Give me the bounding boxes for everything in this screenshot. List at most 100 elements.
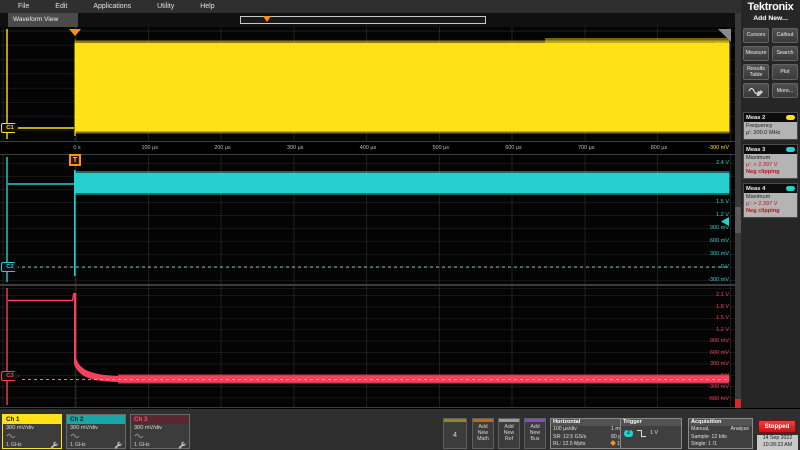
tab-waveform-view[interactable]: Waveform View [8, 13, 78, 27]
run-stop-button[interactable]: Stopped [758, 420, 796, 433]
axis-label: -300 mV [708, 277, 729, 284]
time-label: 700 µs [578, 145, 595, 151]
meas-row: µ': 200.0 MHz [746, 130, 795, 137]
meas-row: Maximum [746, 155, 795, 162]
trigger-time-marker[interactable]: T [69, 154, 81, 166]
tab-bar: Waveform View [0, 13, 735, 27]
sample-rate: SR: 12.5 GS/s [553, 434, 611, 442]
ch3-badge[interactable]: Ch 3 300 mV/div 1 GHz [130, 414, 190, 449]
menu-item-applications[interactable]: Applications [93, 3, 131, 10]
meas-badge-meas-2[interactable]: Meas 2Frequencyµ': 200.0 MHz [743, 112, 798, 140]
acq-single: Single: 1 /1 [691, 441, 752, 449]
ch3-bandwidth: 1 GHz [134, 442, 150, 448]
button-results-table[interactable]: Results Table [743, 64, 769, 80]
time-label: 300 µs [287, 145, 304, 151]
meas-title: Meas 4 [746, 186, 765, 192]
measurement-badges: Meas 2Frequencyµ': 200.0 MHz Meas 3 Maximu… [743, 112, 798, 222]
time-label: 200 µs [214, 145, 231, 151]
add-button-label: AddNewRef [499, 424, 519, 443]
meas-title: Meas 3 [746, 147, 765, 153]
add-button-label: AddNewBus [525, 424, 545, 443]
time-label: 0 s [73, 145, 80, 151]
trigger-title: Trigger [621, 419, 681, 426]
waveform-view[interactable]: 2.1 V 1.8 V 1.5 V 1.2 V 900 mV 600 mV 300 mV -3… [0, 27, 735, 408]
axis-label: 900 mV [710, 225, 729, 232]
ch1-scale: 300 mV/div [3, 424, 61, 432]
button-more[interactable]: More... [772, 83, 798, 98]
meas-badge-meas-3[interactable]: Meas 3Maximumµ': > 2.397 VNeg clipping [743, 144, 798, 179]
menu-item-utility[interactable]: Utility [157, 3, 174, 10]
menu-item-edit[interactable]: Edit [55, 3, 67, 10]
axis-label: -600 mV [708, 396, 729, 403]
zoom-corner-handle-icon[interactable] [718, 29, 731, 42]
horizontal-position-indicator[interactable] [240, 16, 486, 24]
ch1-bandwidth: 1 GHz [6, 442, 22, 448]
acq-analyze: Analyze [731, 426, 749, 434]
add-button-label: AddNewMath [473, 424, 493, 443]
axis-label: 600 mV [710, 350, 729, 357]
meas-source-indicator-icon [786, 186, 795, 191]
side-panel: Tektronix Add New... CursorsCalloutMeasu… [741, 0, 800, 408]
ch1-badge-title[interactable]: Ch 1 [3, 415, 61, 424]
menu-item-help[interactable]: Help [200, 3, 214, 10]
meas-title: Meas 2 [746, 115, 765, 121]
time-ruler: 0 s100 µs200 µs300 µs400 µs500 µs600 µs7… [0, 141, 735, 155]
slice-ch2[interactable]: 2.4 V2.1 V1.8 V1.5 V1.2 V900 mV600 mV300… [0, 155, 735, 284]
ch1-waveform [0, 27, 735, 141]
button-add-new-bus[interactable]: AddNewBus [524, 418, 546, 449]
axis-label: 1.5 V [716, 315, 729, 322]
axis-label: 1.2 V [716, 212, 729, 219]
button-waveform-edit[interactable] [743, 83, 769, 98]
button-add-new-ref[interactable]: AddNewRef [498, 418, 520, 449]
menu-bar: File Edit Applications Utility Help [0, 0, 741, 13]
slice-ch1[interactable]: 2.1 V1.8 V1.5 V1.2 V900 mV600 mV300 mV-3… [0, 27, 735, 141]
wrench-icon[interactable] [114, 441, 122, 449]
axis-label: 1.8 V [716, 186, 729, 193]
ch4-badge[interactable]: 4 [443, 418, 467, 449]
meas-badge-meas-4[interactable]: Meas 4Maximumµ': > 2.397 VNeg clipping [743, 183, 798, 218]
color-stripe [525, 419, 545, 422]
button-search[interactable]: Search [772, 46, 798, 61]
position-marker-icon [610, 440, 616, 446]
ch2-badge-title[interactable]: Ch 2 [67, 415, 125, 424]
acquisition-panel[interactable]: Acquisition Manual,Analyze Sample: 12 bi… [688, 418, 753, 449]
add-new-label: Add New... [741, 15, 800, 22]
trigger-top-marker-icon [69, 29, 81, 36]
button-callout[interactable]: Callout [772, 28, 798, 43]
trigger-position-marker-icon[interactable] [263, 16, 271, 22]
meas-row: Neg clipping [746, 169, 795, 176]
acq-mode: Manual, [691, 426, 709, 434]
ch2-scale: 300 mV/div [67, 424, 125, 432]
ch2-badge[interactable]: Ch 2 300 mV/div 1 GHz [66, 414, 126, 449]
acquisition-title: Acquisition [689, 419, 752, 426]
button-cursors[interactable]: Cursors [743, 28, 769, 43]
coupling-icon [6, 433, 15, 439]
axis-label: 600 mV [710, 112, 729, 119]
wrench-icon[interactable] [178, 441, 186, 449]
axis-label: 300 mV [710, 126, 729, 133]
color-stripe [473, 419, 493, 422]
menu-item-file[interactable]: File [18, 3, 29, 10]
trigger-panel[interactable]: Trigger 2 1 V [620, 418, 682, 449]
axis-label: 0 V [721, 373, 729, 380]
axis-label: 0 V [721, 264, 729, 271]
ch3-scale: 300 mV/div [131, 424, 189, 432]
axis-label: 300 mV [710, 361, 729, 368]
axis-label: 2.1 V [716, 173, 729, 180]
button-add-new-math[interactable]: AddNewMath [472, 418, 494, 449]
oscilloscope-app: File Edit Applications Utility Help Waveform… [0, 0, 800, 450]
ch3-badge-title[interactable]: Ch 3 [131, 415, 189, 424]
slice-ch3[interactable]: 2.1 V1.8 V1.5 V1.2 V900 mV600 mV300 mV0 … [0, 286, 735, 407]
axis-label: 1.5 V [716, 70, 729, 77]
meas-row: µ': > 2.397 V [746, 201, 795, 208]
color-stripe [499, 419, 519, 422]
wrench-icon[interactable] [50, 441, 58, 449]
axis-label: -300 mV [708, 384, 729, 391]
ch1-badge[interactable]: Ch 1 300 mV/div 1 GHz [2, 414, 62, 449]
button-measure[interactable]: Measure [743, 46, 769, 61]
ch4-label: 4 [444, 430, 466, 439]
meas-source-indicator-icon [786, 115, 795, 120]
axis-label: 2.1 V [716, 42, 729, 49]
button-plot[interactable]: Plot [772, 64, 798, 80]
time-label: 100 µs [141, 145, 158, 151]
